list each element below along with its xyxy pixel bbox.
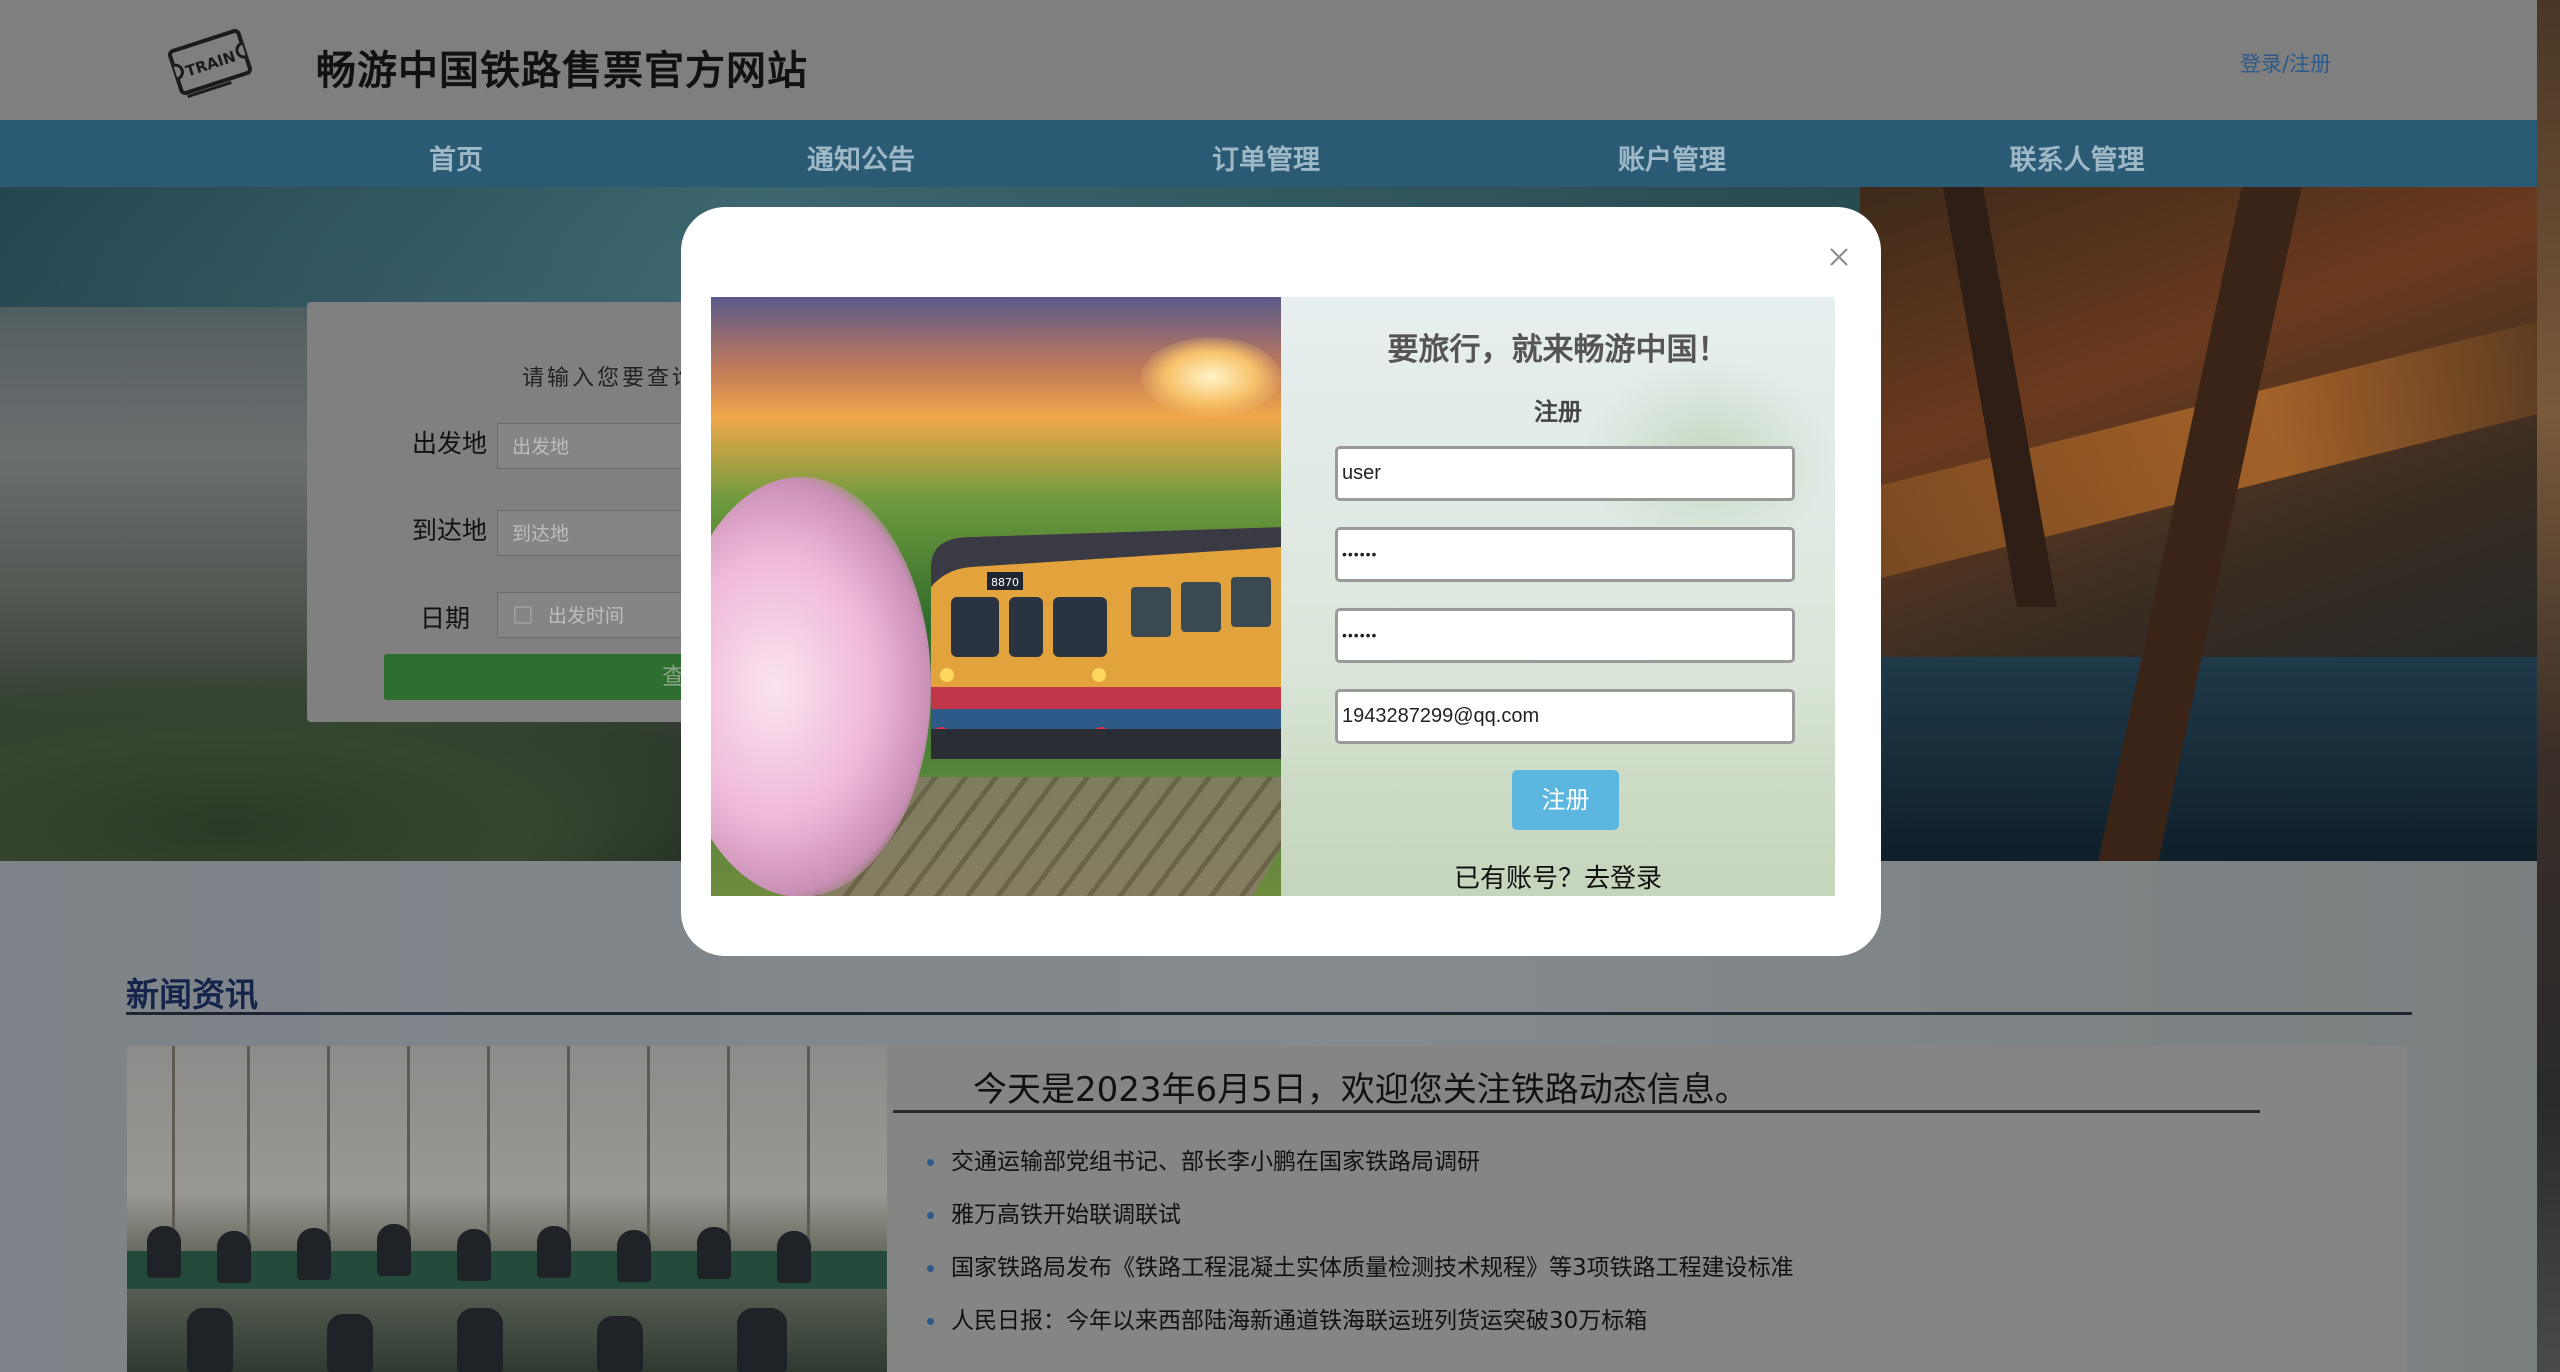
nav-item-contacts[interactable]: 联系人管理: [1977, 138, 2177, 177]
nav-item-account[interactable]: 账户管理: [1572, 138, 1772, 177]
register-button[interactable]: 注册: [1512, 770, 1619, 830]
news-photo: [127, 1046, 887, 1372]
news-section-title: 新闻资讯: [126, 975, 258, 1014]
email-input[interactable]: 1943287299@qq.com: [1335, 689, 1795, 744]
calendar-icon: [514, 606, 532, 624]
page-edge-image: [2537, 0, 2560, 1372]
svg-text:8870: 8870: [991, 576, 1019, 589]
news-item[interactable]: 雅万高铁开始联调联试: [925, 1199, 1794, 1252]
username-input[interactable]: user: [1335, 446, 1795, 501]
go-to-login-link[interactable]: 已有账号？去登录: [1281, 858, 1835, 895]
news-item[interactable]: 交通运输部党组书记、部长李小鹏在国家铁路局调研: [925, 1146, 1794, 1199]
date-placeholder: 出发时间: [548, 605, 625, 627]
news-item[interactable]: 国家铁路局发布《铁路工程混凝土实体质量检测技术规程》等3项铁路工程建设标准: [925, 1252, 1794, 1305]
from-label: 出发地: [412, 429, 488, 458]
date-label: 日期: [420, 604, 471, 633]
site-title: 畅游中国铁路售票官方网站: [316, 48, 808, 94]
nav-item-orders[interactable]: 订单管理: [1166, 138, 1366, 177]
site-header: TRAIN 畅游中国铁路售票官方网站 登录/注册: [0, 0, 2537, 120]
modal-slogan: 要旅行，就来畅游中国！: [1387, 332, 1729, 368]
nav-item-home[interactable]: 首页: [356, 138, 556, 177]
main-nav: 首页 通知公告 订单管理 账户管理 联系人管理: [0, 120, 2537, 187]
news-panel-divider: [893, 1110, 2260, 1113]
search-hint: 请输入您要查询: [522, 366, 698, 391]
news-item[interactable]: 人民日报：今年以来西部陆海新通道铁海联运班列货运突破30万标箱: [925, 1305, 1794, 1358]
login-register-link[interactable]: 登录/注册: [2240, 48, 2331, 78]
train-illustration: 8870: [711, 297, 1281, 896]
hero-bridge-image: [1820, 187, 2537, 861]
news-divider: [126, 1012, 2412, 1015]
to-label: 到达地: [412, 516, 488, 545]
confirm-password-input[interactable]: ••••••: [1335, 608, 1795, 663]
ticket-search-card: 请输入您要查询 出发地 出发地 到达地 到达地 日期 出发时间 查: [307, 302, 757, 722]
nav-item-notices[interactable]: 通知公告: [761, 138, 961, 177]
svg-text:TRAIN: TRAIN: [183, 47, 238, 80]
register-heading: 注册: [1534, 398, 1582, 426]
train-icon: 8870: [931, 527, 1281, 759]
close-icon[interactable]: [1821, 239, 1857, 275]
news-greeting: 今天是2023年6月5日，欢迎您关注铁路动态信息。: [973, 1070, 1749, 1110]
password-input[interactable]: ••••••: [1335, 527, 1795, 582]
train-ticket-logo-icon[interactable]: TRAIN: [164, 18, 256, 106]
news-list: 交通运输部党组书记、部长李小鹏在国家铁路局调研 雅万高铁开始联调联试 国家铁路局…: [925, 1146, 1794, 1358]
